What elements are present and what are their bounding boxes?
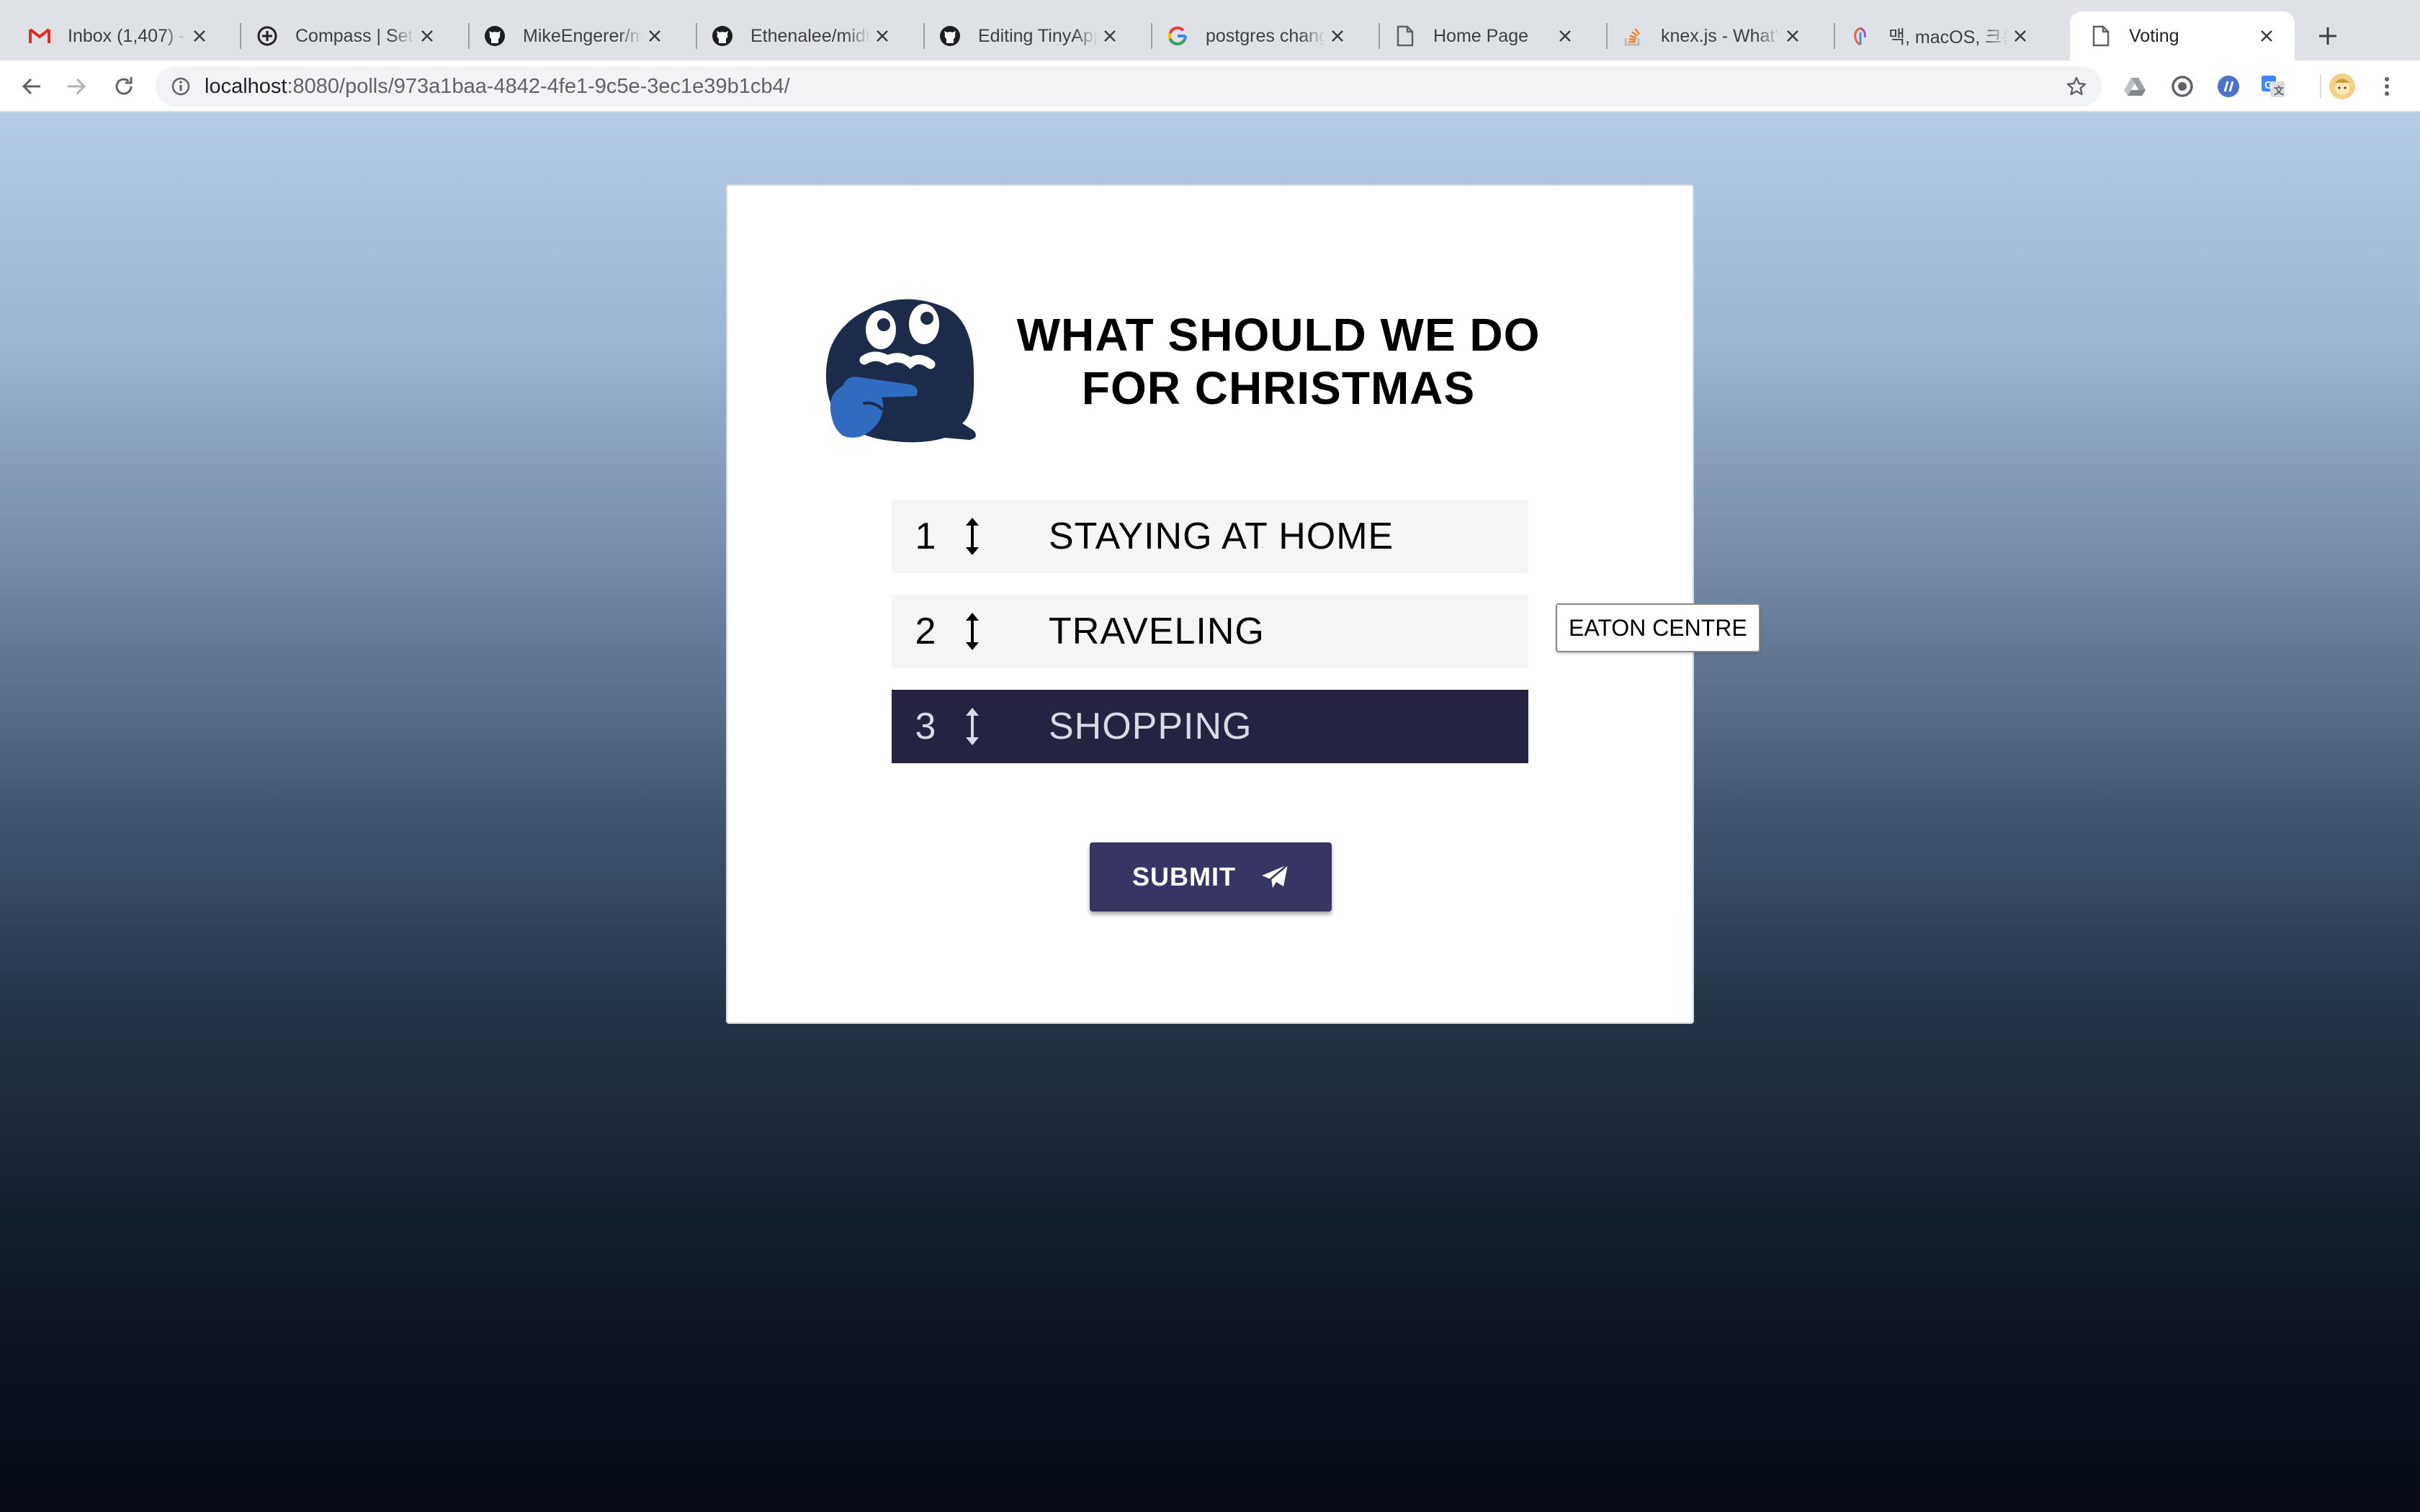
toolbar-divider [2320,75,2321,98]
drag-handle-icon[interactable] [958,610,987,653]
info-icon[interactable] [169,74,193,99]
tab-title: knex.js - What's [1661,25,1780,46]
option-label: TRAVELING [1049,611,1265,652]
tab-title: Inbox (1,407) - y [68,25,187,46]
poll-card: WHAT SHOULD WE DO FOR CHRISTMAS 1 STAYIN… [726,184,1760,1024]
close-icon[interactable] [1325,24,1350,48]
option-rank: 1 [915,516,936,557]
browser-toolbar: localhost:8080/polls/973a1baa-4842-4fe1-… [0,60,2420,112]
option-rank: 3 [915,706,936,747]
tab-gmail-inbox[interactable]: Inbox (1,407) - y [0,12,228,60]
option-tooltip: EATON CENTRE [1556,603,1760,652]
bookmark-star-icon[interactable] [2064,74,2089,99]
google-translate-icon[interactable]: G文 [2259,72,2287,101]
close-icon[interactable] [1553,24,1577,48]
drag-handle-icon[interactable] [958,515,987,558]
tab-title: 맥, macOS, 크롬( [1888,27,2008,48]
page-icon [1393,24,1417,48]
tab-compass-setup[interactable]: Compass | Setup [228,12,455,60]
github-icon [938,24,962,48]
thinking-mascot-logo [825,299,976,443]
arrow-left-icon [22,78,40,95]
tab-github-ethenalee[interactable]: Ethenalee/midter [683,12,910,60]
page-icon [2089,24,2113,48]
gmail-icon [27,24,52,48]
poll-title-line: WHAT SHOULD WE DO [1016,309,1541,361]
profile-avatar[interactable] [2328,72,2357,101]
tab-title: Voting [2129,25,2179,46]
close-icon[interactable] [187,24,212,48]
option-label: STAYING AT HOME [1049,516,1394,557]
forward-button[interactable] [59,69,94,104]
github-icon [483,24,507,48]
back-button[interactable] [14,69,49,104]
close-icon[interactable] [2254,24,2279,48]
tab-title: Home Page [1433,25,1529,46]
extension-dev-icon[interactable] [2214,72,2243,101]
tab-title: postgres change [1206,25,1325,46]
reload-button[interactable] [107,69,141,104]
poll-option-2[interactable]: 2 TRAVELING [892,595,1528,668]
tab-title: Compass | Setup [295,25,415,46]
close-icon[interactable] [642,24,667,48]
option-label: SHOPPING [1049,706,1252,747]
tab-voting[interactable]: Voting [2070,12,2295,60]
url-text: localhost:8080/polls/973a1baa-4842-4fe1-… [205,75,790,99]
close-icon[interactable] [415,24,439,48]
reload-icon [115,77,133,95]
drag-handle-icon[interactable] [958,705,987,748]
poll-option-1[interactable]: 1 STAYING AT HOME [892,500,1528,573]
tab-title: Editing TinyApp/ [978,25,1098,46]
extension-record-icon[interactable] [2168,72,2197,101]
github-icon [710,24,735,48]
tab-macos-chrome[interactable]: 맥, macOS, 크롬( [1821,12,2048,60]
svg-text:G: G [2264,79,2273,91]
google-icon [1165,24,1190,48]
option-rank: 2 [915,611,936,652]
arrow-right-icon [68,78,86,95]
close-icon[interactable] [2008,24,2033,48]
tab-title: Ethenalee/midter [750,25,870,46]
tab-google-postgres[interactable]: postgres change [1138,12,1366,60]
submit-label: SUBMIT [1132,862,1236,891]
url-path: :8080/polls/973a1baa-4842-4fe1-9c5e-3ec1… [287,74,790,98]
close-icon[interactable] [1098,24,1122,48]
tab-title: MikeEngerer/mid [523,25,642,46]
address-bar[interactable]: localhost:8080/polls/973a1baa-4842-4fe1-… [156,66,2102,107]
tab-home-page[interactable]: Home Page [1366,12,1593,60]
stackoverflow-icon [1621,24,1645,48]
url-host: localhost [205,74,287,98]
submit-button[interactable]: SUBMIT [1090,842,1332,912]
site-icon [1848,24,1873,48]
svg-text:文: 文 [2274,85,2285,96]
close-icon[interactable] [870,24,895,48]
paper-plane-icon [1262,864,1289,890]
new-tab-button[interactable] [2311,19,2345,53]
google-drive-icon[interactable] [2120,72,2149,101]
close-icon[interactable] [1780,24,1805,48]
tab-github-mikeengerer[interactable]: MikeEngerer/mid [455,12,683,60]
page-viewport: WHAT SHOULD WE DO FOR CHRISTMAS 1 STAYIN… [0,112,2420,1512]
compass-icon [255,24,279,48]
poll-title-line: FOR CHRISTMAS [1081,362,1476,414]
poll-title: WHAT SHOULD WE DO FOR CHRISTMAS [1001,308,1556,415]
poll-option-3[interactable]: 3 SHOPPING [892,690,1528,763]
tab-knex-stackoverflow[interactable]: knex.js - What's [1593,12,1821,60]
tab-github-editing-tinyapp[interactable]: Editing TinyApp/ [910,12,1138,60]
browser-tab-strip: Inbox (1,407) - y Compass | Setup MikeEn… [0,0,2420,60]
plus-icon [2319,27,2336,45]
menu-icon[interactable] [2372,72,2401,101]
